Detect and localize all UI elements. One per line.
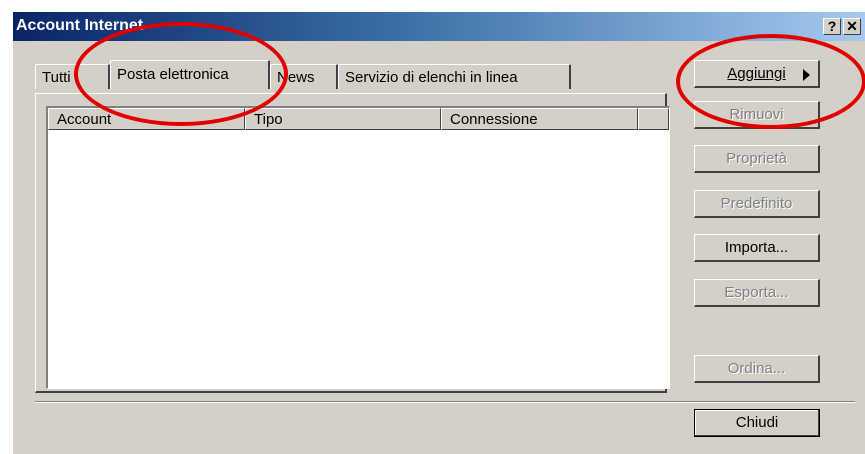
ordina-button[interactable]: Ordina...: [694, 355, 820, 383]
proprieta-button[interactable]: Proprietà: [694, 145, 820, 173]
close-icon: ✕: [846, 18, 858, 34]
close-button[interactable]: ✕: [843, 18, 861, 35]
tab-label: Tutti: [42, 69, 71, 86]
tab-servizio-elenchi[interactable]: Servizio di elenchi in linea: [338, 64, 571, 89]
separator: [35, 401, 855, 403]
help-button[interactable]: ?: [823, 18, 841, 35]
importa-button[interactable]: Importa...: [694, 234, 820, 262]
predefinito-button[interactable]: Predefinito: [694, 190, 820, 218]
annotation-circle-aggiungi: [676, 34, 865, 129]
esporta-button[interactable]: Esporta...: [694, 279, 820, 307]
accounts-list[interactable]: Account Tipo Connessione: [46, 106, 670, 389]
tab-label: Servizio di elenchi in linea: [345, 69, 518, 86]
column-header-tipo[interactable]: Tipo: [245, 108, 441, 130]
column-header-connessione[interactable]: Connessione: [441, 108, 638, 130]
chiudi-button[interactable]: Chiudi: [694, 409, 820, 437]
column-header-filler: [638, 108, 669, 130]
annotation-circle-tab: [74, 22, 288, 126]
